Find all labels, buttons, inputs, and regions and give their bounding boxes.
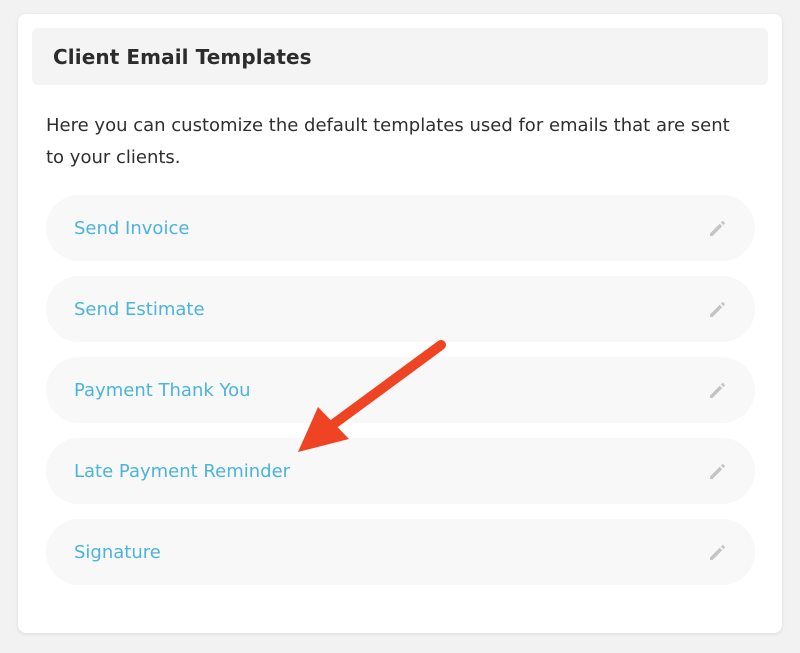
pencil-icon[interactable]: [707, 460, 729, 482]
email-templates-panel: Client Email Templates Here you can cust…: [18, 14, 782, 633]
pencil-icon[interactable]: [707, 298, 729, 320]
template-label[interactable]: Payment Thank You: [74, 380, 251, 401]
template-label[interactable]: Send Invoice: [74, 218, 189, 239]
pencil-icon[interactable]: [707, 217, 729, 239]
template-item-payment-thank-you[interactable]: Payment Thank You: [46, 357, 755, 423]
template-label[interactable]: Send Estimate: [74, 299, 205, 320]
panel-header: Client Email Templates: [32, 28, 768, 85]
panel-description: Here you can customize the default templ…: [46, 115, 730, 168]
template-item-send-estimate[interactable]: Send Estimate: [46, 276, 755, 342]
pencil-icon[interactable]: [707, 541, 729, 563]
panel-title: Client Email Templates: [53, 44, 312, 69]
template-list: Send Invoice Send Estimate Payment Thank…: [46, 195, 755, 600]
template-label[interactable]: Signature: [74, 542, 161, 563]
template-item-late-payment-reminder[interactable]: Late Payment Reminder: [46, 438, 755, 504]
template-label[interactable]: Late Payment Reminder: [74, 461, 290, 482]
pencil-icon[interactable]: [707, 379, 729, 401]
template-item-send-invoice[interactable]: Send Invoice: [46, 195, 755, 261]
template-item-signature[interactable]: Signature: [46, 519, 755, 585]
